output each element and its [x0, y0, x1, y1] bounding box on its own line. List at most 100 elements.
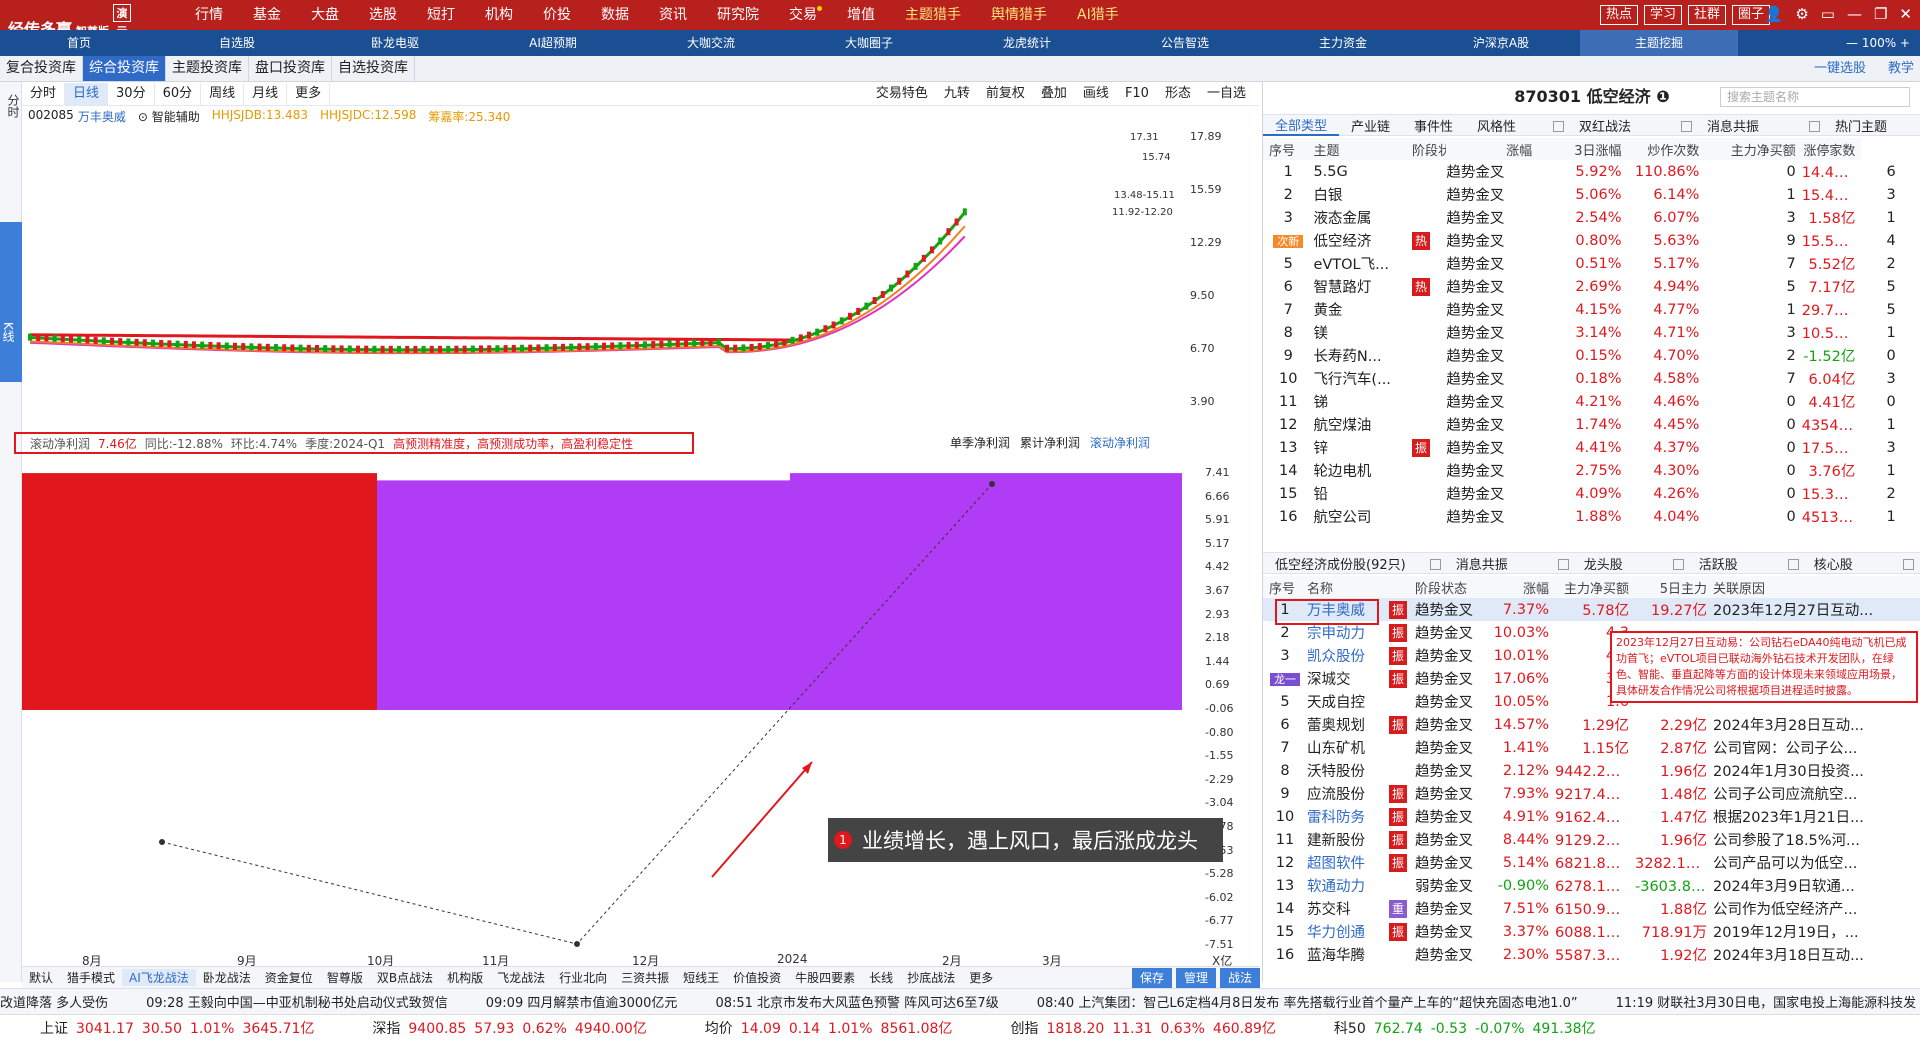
news-item[interactable]: 改道降落 多人受伤	[0, 992, 108, 1011]
period-button-5[interactable]: 月线	[244, 82, 288, 105]
strategy-3[interactable]: 卧龙战法	[196, 969, 258, 986]
chart-tool-5[interactable]: F10	[1117, 83, 1157, 105]
teach-button[interactable]: 教学	[1882, 56, 1920, 81]
stock-row[interactable]: 13 软通动力 弱势金叉 -0.90% 6278.16万 -3603.84万 2024年3月…	[1263, 874, 1920, 897]
stock-col-header[interactable]: 关联原因	[1713, 576, 1920, 598]
menu-item-3[interactable]: 选股	[354, 0, 412, 30]
theme-tab-2[interactable]: 事件性	[1402, 116, 1465, 135]
strategy-11[interactable]: 短线王	[676, 969, 726, 986]
profit-mode-0[interactable]: 单季净利润	[950, 434, 1010, 451]
index-item[interactable]: 创指 1818.20 11.31 0.63% 460.89亿	[970, 1018, 1275, 1038]
theme-row[interactable]: 2 白银 趋势金叉 5.06% 6.14% 1 15.41亿 3	[1263, 183, 1920, 206]
theme-col-header[interactable]: 炒作次数	[1627, 138, 1706, 160]
index-item[interactable]: 上证 3041.17 30.50 1.01% 3645.71亿	[0, 1018, 314, 1038]
chart-tool-4[interactable]: 画线	[1075, 83, 1117, 105]
stock-col-header[interactable]: 名称	[1307, 576, 1389, 598]
workspace-tab-9[interactable]: 沪深京A股	[1422, 30, 1580, 56]
menu-item-7[interactable]: 数据	[586, 0, 644, 30]
chart-tool-1[interactable]: 九转	[936, 83, 978, 105]
stock-name[interactable]: 雷科防务	[1307, 805, 1389, 828]
menu-item-10[interactable]: 交易	[774, 0, 832, 30]
theme-filter-2[interactable]: 热门主题	[1797, 116, 1911, 135]
theme-row[interactable]: 15 铅 趋势金叉 4.09% 4.26% 0 15.33亿 2	[1263, 482, 1920, 505]
menu-item-11[interactable]: 增值	[832, 0, 890, 30]
stock-filter-4[interactable]: 过滤ST	[1891, 554, 1920, 573]
theme-search-input[interactable]: 搜索主题名称	[1720, 87, 1910, 107]
theme-row[interactable]: 1 5.5G 趋势金叉 5.92% 110.86% 0 14.43亿 6	[1263, 160, 1920, 183]
theme-row[interactable]: 9 长寿药N... 趋势金叉 0.15% 4.70% 2 -1.52亿 0	[1263, 344, 1920, 367]
restore-icon[interactable]: ❐	[1874, 5, 1887, 23]
menu-item-14[interactable]: AI猎手	[1062, 0, 1134, 30]
period-button-6[interactable]: 更多	[287, 82, 331, 105]
theme-filter-1[interactable]: 消息共振	[1669, 116, 1783, 135]
stock-row[interactable]: 11 建新股份振趋势金叉 8.44% 9129.25万 1.96亿 公司参股了18.5%河…	[1263, 828, 1920, 851]
theme-row[interactable]: 13 锌 振趋势金叉 4.41% 4.37% 0 17.52亿 3	[1263, 436, 1920, 459]
theme-col-header[interactable]: 主题	[1313, 138, 1413, 160]
menu-item-9[interactable]: 研究院	[702, 0, 774, 30]
stock-col-header[interactable]	[1389, 576, 1415, 598]
checkbox[interactable]	[1672, 558, 1684, 570]
period-button-1[interactable]: 日线	[65, 82, 109, 105]
kline-chart[interactable]: 17.31 15.74 13.48-15.11 11.92-12.20	[22, 130, 1182, 400]
minimize-icon[interactable]: —	[1847, 5, 1862, 23]
index-item[interactable]: 均价 14.09 0.14 1.01% 8561.08亿	[665, 1018, 953, 1038]
stock-filter-1[interactable]: 龙头股	[1546, 554, 1647, 573]
menu-item-4[interactable]: 短打	[412, 0, 470, 30]
user-icon[interactable]: 👤	[1765, 5, 1784, 23]
theme-row[interactable]: 16 航空公司 趋势金叉 1.88% 4.04% 0 4513.14万 1	[1263, 505, 1920, 528]
library-tab-3[interactable]: 盘口投资库	[249, 56, 332, 81]
menu-item-6[interactable]: 价投	[528, 0, 586, 30]
theme-col-header[interactable]: 涨停家数	[1801, 138, 1862, 160]
workspace-tab-8[interactable]: 主力资金	[1264, 30, 1422, 56]
stock-row[interactable]: 10 雷科防务振趋势金叉 4.91% 9162.41万 1.47亿 根据2023年1月21…	[1263, 805, 1920, 828]
tab-fenshi[interactable]: 分时	[5, 94, 22, 118]
strategy-9[interactable]: 行业北向	[552, 969, 614, 986]
theme-tab-3[interactable]: 风格性	[1465, 116, 1528, 135]
stock-row[interactable]: 9 应流股份振趋势金叉 7.93% 9217.45万 1.48亿 公司子公司应流航空...	[1263, 782, 1920, 805]
chart-tool-7[interactable]: 一自选	[1199, 83, 1254, 105]
theme-row[interactable]: 10 飞行汽车(... 趋势金叉 0.18% 4.58% 7 6.04亿 3	[1263, 367, 1920, 390]
theme-col-header[interactable]: 涨幅	[1446, 138, 1539, 160]
theme-col-header[interactable]: 3日涨幅	[1538, 138, 1628, 160]
strategy-14[interactable]: 长线	[862, 969, 900, 986]
strategy-action-1[interactable]: 管理	[1175, 967, 1216, 988]
menu-item-13[interactable]: 舆情猎手	[976, 0, 1062, 30]
strategy-4[interactable]: 资金复位	[258, 969, 320, 986]
stock-name[interactable]: 沃特股份	[1307, 759, 1389, 782]
assist-toggle[interactable]: ⊙ 智能辅助	[138, 108, 200, 125]
news-item[interactable]: 08:51 北京市发布大风蓝色预警 阵风可达6至7级	[715, 992, 998, 1011]
stock-name[interactable]: 华力创通	[1307, 920, 1389, 943]
stock-filter-3[interactable]: 核心股	[1776, 554, 1877, 573]
chart-tool-3[interactable]: 叠加	[1033, 83, 1075, 105]
menu-item-12[interactable]: 主题猎手	[890, 0, 976, 30]
theme-col-header[interactable]: 主力净买额	[1705, 138, 1802, 160]
stock-row[interactable]: 7 山东矿机 趋势金叉 1.41% 1.15亿 2.87亿 公司官网：公司子公...	[1263, 736, 1920, 759]
window-icon[interactable]: ▭	[1821, 5, 1835, 23]
strategy-12[interactable]: 价值投资	[726, 969, 788, 986]
strategy-action-2[interactable]: 战法	[1219, 967, 1260, 988]
stock-name[interactable]: 天成自控	[1307, 690, 1389, 713]
one-key-select-button[interactable]: 一键选股	[1808, 56, 1872, 81]
stock-col-header[interactable]: 主力净买额	[1555, 576, 1635, 598]
theme-tab-1[interactable]: 产业链	[1339, 116, 1402, 135]
profit-bar-1[interactable]	[377, 480, 790, 710]
checkbox[interactable]	[1557, 558, 1569, 570]
theme-row[interactable]: 14 轮边电机 趋势金叉 2.75% 4.30% 0 3.76亿 1	[1263, 459, 1920, 482]
profit-mode-1[interactable]: 累计净利润	[1020, 434, 1080, 451]
menu-item-1[interactable]: 基金	[238, 0, 296, 30]
menu-item-2[interactable]: 大盘	[296, 0, 354, 30]
stock-name[interactable]: 应流股份	[1307, 782, 1389, 805]
theme-row[interactable]: 3 液态金属 趋势金叉 2.54% 6.07% 3 1.58亿 1	[1263, 206, 1920, 229]
theme-row[interactable]: 7 黄金 趋势金叉 4.15% 4.77% 1 29.77亿 5	[1263, 298, 1920, 321]
strategy-8[interactable]: 飞龙战法	[490, 969, 552, 986]
theme-col-header[interactable]: 序号	[1263, 138, 1314, 160]
strategy-15[interactable]: 抄底战法	[900, 969, 962, 986]
theme-tab-0[interactable]: 全部类型	[1263, 115, 1340, 136]
stock-row[interactable]: 15 华力创通振趋势金叉 3.37% 6088.12万 718.91万 2019年12月1…	[1263, 920, 1920, 943]
theme-filter-0[interactable]: 双红战法	[1541, 116, 1655, 135]
workspace-tab-0[interactable]: 首页	[0, 30, 158, 56]
period-button-2[interactable]: 30分	[108, 82, 155, 105]
chart-tool-2[interactable]: 前复权	[978, 83, 1033, 105]
close-icon[interactable]: ✕	[1899, 5, 1912, 23]
top-button-2[interactable]: 社群	[1687, 5, 1726, 25]
